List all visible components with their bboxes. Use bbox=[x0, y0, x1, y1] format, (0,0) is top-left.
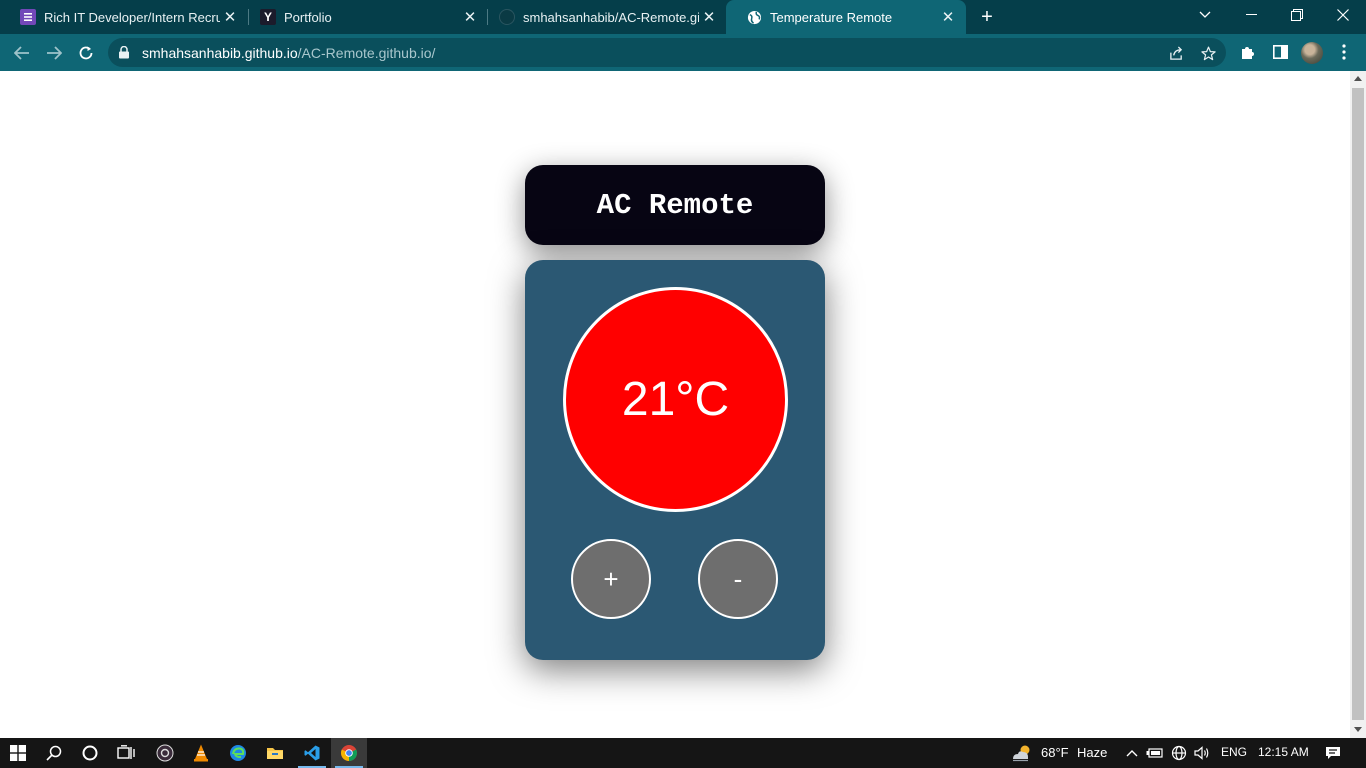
network-globe-icon[interactable] bbox=[1170, 744, 1188, 762]
chrome-icon[interactable] bbox=[331, 738, 367, 768]
task-view-icon[interactable] bbox=[108, 738, 144, 768]
tab-title: Rich IT Developer/Intern Recruitm bbox=[44, 9, 220, 25]
github-icon bbox=[499, 9, 515, 25]
close-icon[interactable]: ✕ bbox=[460, 7, 480, 27]
tab-title: smhahsanhabib/AC-Remote.github bbox=[523, 9, 699, 25]
input-language[interactable]: ENG bbox=[1221, 745, 1247, 759]
system-clock[interactable]: 12:15 AM bbox=[1258, 745, 1309, 759]
tab-recruitment[interactable]: Rich IT Developer/Intern Recruitm ✕ bbox=[0, 0, 248, 34]
vscode-icon[interactable] bbox=[294, 738, 330, 768]
show-hidden-icons-chevron-icon[interactable] bbox=[1123, 744, 1141, 762]
scrollbar-thumb[interactable] bbox=[1352, 88, 1364, 720]
notifications-icon[interactable] bbox=[1324, 744, 1342, 762]
tab-portfolio[interactable]: Y Portfolio ✕ bbox=[240, 0, 488, 34]
tab-title: Temperature Remote bbox=[770, 9, 893, 25]
share-icon[interactable] bbox=[1167, 44, 1185, 62]
address-bar[interactable]: smhahsanhabib.github.io/AC-Remote.github… bbox=[108, 38, 1226, 67]
page-viewport: AC Remote 21°C + - bbox=[0, 71, 1350, 738]
form-icon bbox=[20, 9, 36, 25]
obs-app-icon[interactable] bbox=[147, 738, 183, 768]
close-icon[interactable]: ✕ bbox=[938, 7, 958, 27]
extensions-puzzle-icon[interactable] bbox=[1238, 42, 1258, 62]
url-path: /AC-Remote.github.io/ bbox=[297, 45, 436, 61]
tab-strip: Rich IT Developer/Intern Recruitm ✕ Y Po… bbox=[0, 0, 1366, 34]
page-title: AC Remote bbox=[596, 188, 754, 222]
url-host: smhahsanhabib.github.io bbox=[142, 45, 298, 61]
temperature-display: 21°C bbox=[563, 287, 788, 512]
side-panel-icon[interactable] bbox=[1270, 42, 1290, 62]
close-window-icon[interactable] bbox=[1320, 0, 1366, 30]
decrease-temperature-button[interactable]: - bbox=[698, 539, 778, 619]
weather-haze-icon[interactable] bbox=[1011, 744, 1033, 762]
remote-header: AC Remote bbox=[525, 165, 825, 245]
battery-icon[interactable] bbox=[1146, 744, 1164, 762]
scroll-down-arrow-icon[interactable] bbox=[1354, 727, 1362, 732]
tab-temperature-remote[interactable]: Temperature Remote ✕ bbox=[726, 0, 966, 34]
edge-icon[interactable] bbox=[220, 738, 256, 768]
tab-github-repo[interactable]: smhahsanhabib/AC-Remote.github ✕ bbox=[479, 0, 727, 34]
windows-start-icon[interactable] bbox=[0, 738, 36, 768]
weather-temperature[interactable]: 68°F bbox=[1041, 745, 1069, 760]
new-tab-icon[interactable]: + bbox=[976, 6, 998, 28]
restore-icon[interactable] bbox=[1274, 0, 1320, 30]
windows-taskbar: 68°F Haze ENG 12:15 AM bbox=[0, 738, 1366, 768]
menu-kebab-icon[interactable] bbox=[1334, 42, 1354, 62]
scroll-up-arrow-icon[interactable] bbox=[1354, 76, 1362, 81]
url-text[interactable]: smhahsanhabib.github.io/AC-Remote.github… bbox=[142, 45, 435, 61]
forward-icon[interactable] bbox=[41, 40, 67, 66]
tab-title: Portfolio bbox=[284, 9, 332, 25]
cortana-icon[interactable] bbox=[72, 738, 108, 768]
browser-toolbar: smhahsanhabib.github.io/AC-Remote.github… bbox=[0, 34, 1366, 71]
remote-panel: 21°C + - bbox=[525, 260, 825, 660]
bookmark-star-icon[interactable] bbox=[1199, 44, 1217, 62]
page-scrollbar[interactable] bbox=[1350, 71, 1366, 738]
minimize-icon[interactable] bbox=[1228, 0, 1274, 30]
reload-icon[interactable] bbox=[73, 40, 99, 66]
temperature-value: 21°C bbox=[621, 373, 730, 426]
y-logo-icon: Y bbox=[260, 9, 276, 25]
volume-speaker-icon[interactable] bbox=[1193, 744, 1211, 762]
close-icon[interactable]: ✕ bbox=[220, 7, 240, 27]
file-explorer-icon[interactable] bbox=[257, 738, 293, 768]
back-icon[interactable] bbox=[9, 40, 35, 66]
weather-description[interactable]: Haze bbox=[1077, 745, 1107, 760]
tab-search-chevron-icon[interactable] bbox=[1182, 0, 1228, 30]
vlc-icon[interactable] bbox=[183, 738, 219, 768]
close-icon[interactable]: ✕ bbox=[699, 7, 719, 27]
globe-icon bbox=[746, 9, 762, 25]
lock-icon[interactable] bbox=[118, 45, 130, 59]
profile-avatar[interactable] bbox=[1301, 42, 1323, 64]
search-icon[interactable] bbox=[36, 738, 72, 768]
increase-temperature-button[interactable]: + bbox=[571, 539, 651, 619]
